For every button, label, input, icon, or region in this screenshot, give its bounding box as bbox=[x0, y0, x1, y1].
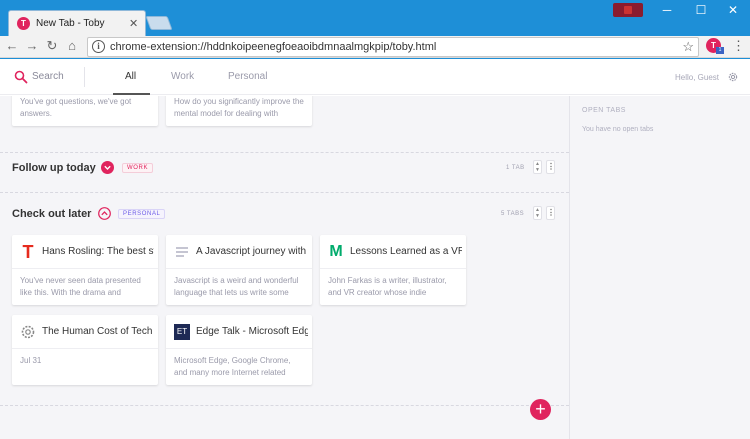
sidebar-title: OPEN TABS bbox=[582, 107, 626, 114]
window-profile-icon[interactable] bbox=[613, 3, 643, 17]
card-title: Lessons Learned as a VR bbox=[350, 246, 462, 257]
collapse-collection-icon[interactable] bbox=[98, 207, 111, 220]
card-header: A Javascript journey with bbox=[166, 235, 312, 269]
card-title: The Human Cost of Tech bbox=[42, 326, 153, 337]
more-options-button[interactable]: ⋮ bbox=[546, 206, 555, 220]
expand-collection-icon[interactable] bbox=[101, 161, 114, 174]
section-divider bbox=[0, 152, 569, 153]
card-header: The Human Cost of Tech bbox=[12, 315, 158, 349]
minimize-button[interactable]: ─ bbox=[650, 0, 684, 22]
section-divider bbox=[0, 192, 569, 193]
address-url: chrome-extension://hddnkoipeenegfoeaoibd… bbox=[110, 41, 437, 53]
ted-logo-icon: T bbox=[22, 242, 34, 262]
forward-button[interactable]: → bbox=[24, 38, 40, 54]
info-icon[interactable]: i bbox=[92, 40, 105, 53]
sort-button[interactable]: ▲ ▼ bbox=[533, 160, 542, 174]
collection-title[interactable]: Check out later bbox=[12, 208, 91, 220]
tab-personal[interactable]: Personal bbox=[228, 71, 267, 82]
toby-favicon-icon: T bbox=[17, 17, 30, 30]
close-window-button[interactable]: ✕ bbox=[716, 0, 750, 22]
tab-card[interactable]: The Human Cost of Tech Jul 31 bbox=[12, 315, 158, 385]
card-description: You've got questions, we've got answers. bbox=[20, 97, 132, 118]
tab-card[interactable]: A Javascript journey with Javascript is … bbox=[166, 235, 312, 305]
new-tab-button[interactable] bbox=[145, 16, 173, 30]
browser-menu-icon[interactable]: ⋮ bbox=[732, 38, 745, 54]
card-description: Javascript is a weird and wonderful lang… bbox=[174, 276, 299, 297]
card-description: Microsoft Edge, Google Chrome, and many … bbox=[174, 356, 291, 377]
medium-logo-icon: M bbox=[329, 243, 343, 260]
extension-badge: 1 bbox=[716, 47, 724, 54]
browser-tab[interactable]: T New Tab - Toby ✕ bbox=[8, 10, 146, 36]
home-button[interactable]: ⌂ bbox=[64, 38, 80, 54]
tab-close-icon[interactable]: ✕ bbox=[129, 17, 138, 30]
card-header: T Hans Rosling: The best stats bbox=[12, 235, 158, 269]
section-divider bbox=[0, 405, 569, 406]
card-header: ET Edge Talk - Microsoft Edge bbox=[166, 315, 312, 349]
tab-card[interactable]: M Lessons Learned as a VR John Farkas is… bbox=[320, 235, 466, 305]
address-bar[interactable]: i chrome-extension://hddnkoipeenegfoeaoi… bbox=[87, 37, 699, 57]
user-greeting: Hello, Guest bbox=[675, 73, 720, 82]
search-icon[interactable] bbox=[14, 70, 28, 84]
tab-card[interactable]: T Hans Rosling: The best stats You've ne… bbox=[12, 235, 158, 305]
tag-work[interactable]: WORK bbox=[122, 163, 154, 173]
browser-tab-title: New Tab - Toby bbox=[36, 18, 105, 29]
window-titlebar: T New Tab - Toby ✕ ─ ☐ ✕ bbox=[0, 0, 750, 36]
gear-icon bbox=[21, 325, 35, 339]
tag-personal[interactable]: PERSONAL bbox=[118, 209, 166, 219]
card-title: Edge Talk - Microsoft Edge bbox=[196, 326, 308, 337]
tab-card[interactable]: ET Edge Talk - Microsoft Edge Microsoft … bbox=[166, 315, 312, 385]
more-options-button[interactable]: ⋮ bbox=[546, 160, 555, 174]
card-title: Hans Rosling: The best stats bbox=[42, 246, 154, 257]
card-description: You've never seen data presented like th… bbox=[20, 276, 141, 297]
card-title: A Javascript journey with bbox=[196, 246, 307, 257]
app-header: Search All Work Personal Hello, Guest bbox=[0, 59, 750, 95]
tab-work[interactable]: Work bbox=[171, 71, 194, 82]
header-divider bbox=[84, 67, 85, 87]
card-header: M Lessons Learned as a VR bbox=[320, 235, 466, 269]
add-collection-button[interactable]: + bbox=[530, 399, 551, 420]
partial-card[interactable]: You've got questions, we've got answers. bbox=[12, 96, 158, 126]
toby-app: Search All Work Personal Hello, Guest Yo… bbox=[0, 59, 750, 439]
collection-title[interactable]: Follow up today bbox=[12, 162, 96, 174]
doc-icon bbox=[176, 247, 188, 257]
settings-gear-icon[interactable] bbox=[727, 71, 739, 83]
sidebar-empty-message: You have no open tabs bbox=[582, 126, 654, 133]
tab-all[interactable]: All bbox=[125, 71, 136, 82]
open-tabs-sidebar: OPEN TABS You have no open tabs bbox=[569, 96, 750, 439]
reload-button[interactable]: ↻ bbox=[44, 38, 60, 54]
tab-count: 5 TABS bbox=[501, 211, 525, 217]
partial-card[interactable]: How do you significantly improve the men… bbox=[166, 96, 312, 126]
maximize-button[interactable]: ☐ bbox=[684, 0, 718, 22]
edge-talk-logo-icon: ET bbox=[174, 324, 190, 340]
bookmark-star-icon[interactable]: ☆ bbox=[682, 39, 694, 55]
browser-toolbar: ← → ↻ ⌂ i chrome-extension://hddnkoipeen… bbox=[0, 36, 750, 58]
active-tab-indicator bbox=[113, 93, 150, 95]
back-button[interactable]: ← bbox=[4, 38, 20, 54]
sort-button[interactable]: ▲ ▼ bbox=[533, 206, 542, 220]
collections-pane: You've got questions, we've got answers.… bbox=[0, 96, 569, 439]
search-input[interactable]: Search bbox=[32, 71, 64, 82]
tab-count: 1 TAB bbox=[506, 165, 525, 171]
card-description: How do you significantly improve the men… bbox=[174, 97, 304, 118]
card-description: John Farkas is a writer, illustrator, an… bbox=[328, 276, 447, 297]
card-description: Jul 31 bbox=[20, 356, 42, 365]
